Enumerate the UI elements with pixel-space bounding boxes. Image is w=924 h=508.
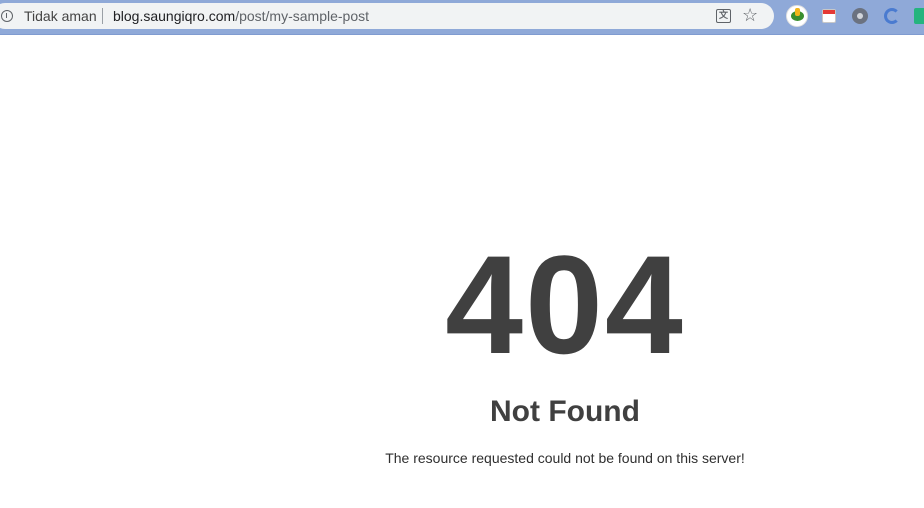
calendar-extension-icon[interactable] [822,9,836,23]
url-path: /post/my-sample-post [235,8,370,24]
error-message: The resource requested could not be foun… [385,450,745,466]
gear-extension-icon[interactable] [852,8,868,24]
security-status[interactable]: Tidak aman [24,8,97,24]
browser-toolbar: Tidak aman blog.saungiqro.com/post/my-sa… [0,0,924,35]
address-bar[interactable]: Tidak aman blog.saungiqro.com/post/my-sa… [0,3,774,29]
translate-icon[interactable]: 文 [716,9,731,23]
error-title: Not Found [490,395,640,428]
green-extension-icon[interactable] [914,8,924,24]
sync-extension-icon[interactable] [884,8,900,24]
bookmark-star-icon[interactable]: ☆ [742,5,758,25]
error-code: 404 [445,226,685,383]
url-text[interactable]: blog.saungiqro.com/post/my-sample-post [113,8,369,24]
url-host: blog.saungiqro.com [113,8,236,24]
divider [102,8,103,24]
info-icon[interactable] [1,10,13,22]
idm-extension-icon[interactable] [786,5,808,27]
